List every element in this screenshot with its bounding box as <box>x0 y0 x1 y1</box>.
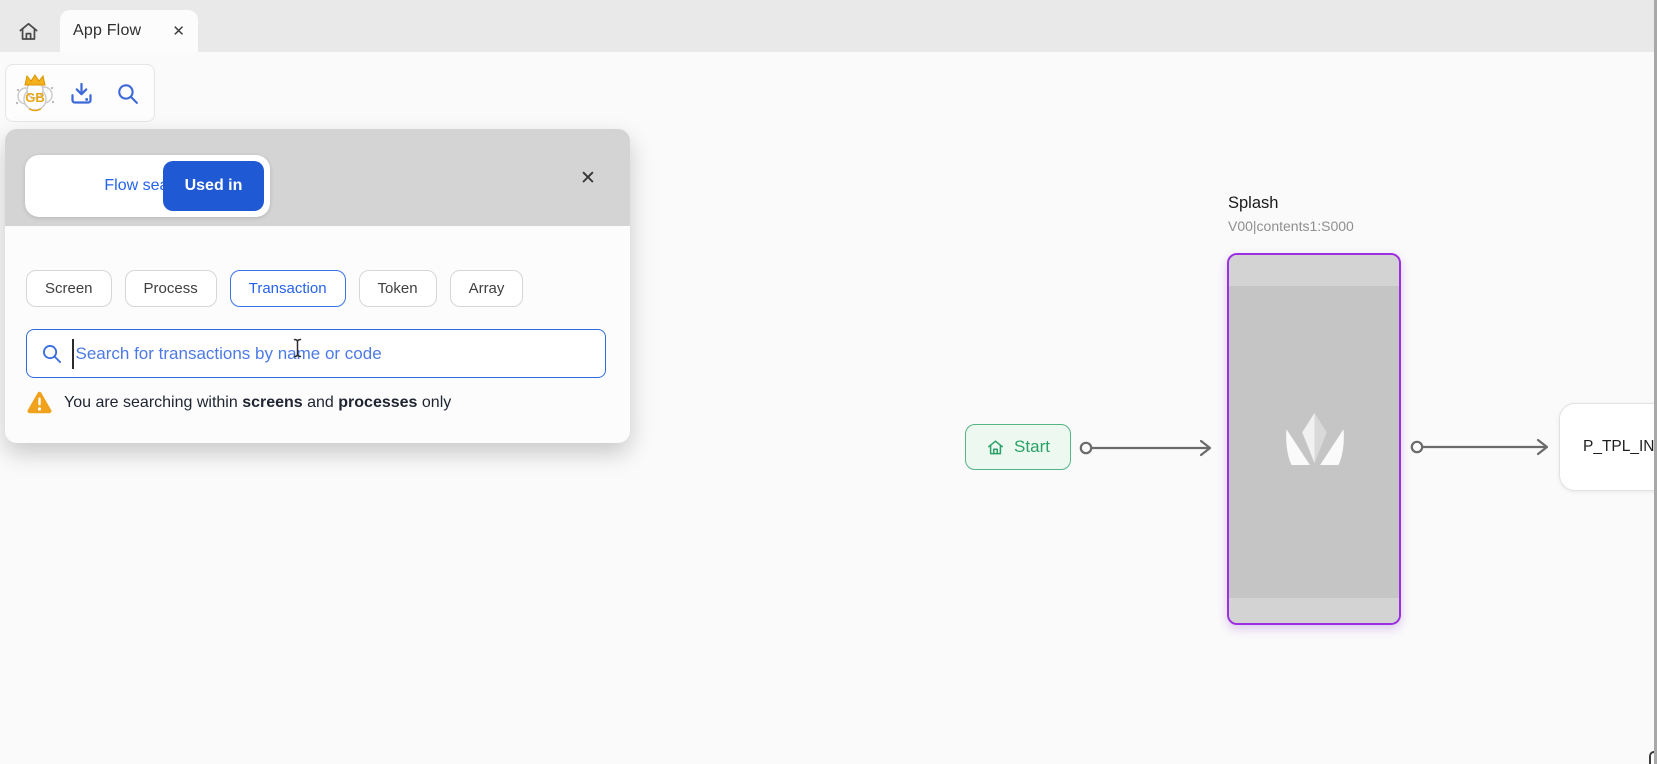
warning-part2: and <box>303 394 339 411</box>
vertical-scrollbar[interactable] <box>1654 0 1657 764</box>
gb-logo-button[interactable]: GB <box>14 72 56 114</box>
process-node-label: P_TPL_IN <box>1583 438 1655 456</box>
filter-chip-screen[interactable]: Screen <box>26 270 112 307</box>
warning-icon <box>26 390 53 415</box>
warning-part1: You are searching within <box>64 394 242 411</box>
tab-title: App Flow <box>73 22 141 40</box>
panel-close-button[interactable]: ✕ <box>575 165 601 191</box>
warning-bold-processes: processes <box>338 394 417 411</box>
start-home-icon <box>986 438 1005 457</box>
transaction-search-input[interactable] <box>76 344 606 364</box>
start-node[interactable]: Start <box>965 424 1071 470</box>
filter-chip-array[interactable]: Array <box>450 270 524 307</box>
warning-bold-screens: screens <box>242 394 303 411</box>
home-button[interactable] <box>8 11 48 51</box>
panel-header: Flow search Used in ✕ <box>5 129 630 226</box>
splash-node-subtitle: V00|contents1:S000 <box>1228 218 1354 234</box>
tab-app-flow[interactable]: App Flow ✕ <box>60 10 198 52</box>
download-icon <box>68 80 95 107</box>
ibeam-mouse-cursor <box>291 338 304 358</box>
search-icon <box>115 81 140 106</box>
filter-chip-process[interactable]: Process <box>125 270 217 307</box>
splash-screen-node[interactable] <box>1227 253 1401 625</box>
search-tool-button[interactable] <box>106 72 148 114</box>
gb-mascot-icon: GB <box>14 71 56 115</box>
download-button[interactable] <box>60 72 102 114</box>
canvas-toolbar: GB <box>5 64 155 122</box>
gb-logo-text: GB <box>25 90 45 105</box>
edge-splash-to-next <box>1412 440 1547 454</box>
home-icon <box>17 20 40 43</box>
filter-chip-token[interactable]: Token <box>359 270 437 307</box>
entity-filter-row: Screen Process Transaction Token Array <box>26 270 523 307</box>
splash-node-title: Splash <box>1228 194 1278 213</box>
top-tab-bar: App Flow ✕ <box>0 0 1657 52</box>
edge-start-to-splash <box>1081 441 1210 455</box>
search-input-icon <box>40 342 63 365</box>
transaction-search-box[interactable] <box>26 329 606 378</box>
text-caret <box>72 339 74 369</box>
search-scope-warning: You are searching within screens and pro… <box>26 390 451 415</box>
tab-used-in[interactable]: Used in <box>163 161 264 211</box>
filter-chip-transaction[interactable]: Transaction <box>230 270 346 307</box>
phone-statusbar <box>1229 255 1399 286</box>
warning-text: You are searching within screens and pro… <box>64 394 451 412</box>
mode-toggle: Flow search Used in <box>25 155 270 217</box>
warning-part3: only <box>417 394 451 411</box>
splash-logo-icon <box>1285 413 1345 466</box>
start-node-label: Start <box>1014 437 1050 457</box>
tab-close-icon[interactable]: ✕ <box>172 24 185 39</box>
phone-bottombar <box>1229 598 1399 623</box>
process-node-p-tpl-in[interactable]: P_TPL_IN <box>1559 403 1657 491</box>
used-in-search-panel: Flow search Used in ✕ Screen Process Tra… <box>5 129 630 443</box>
